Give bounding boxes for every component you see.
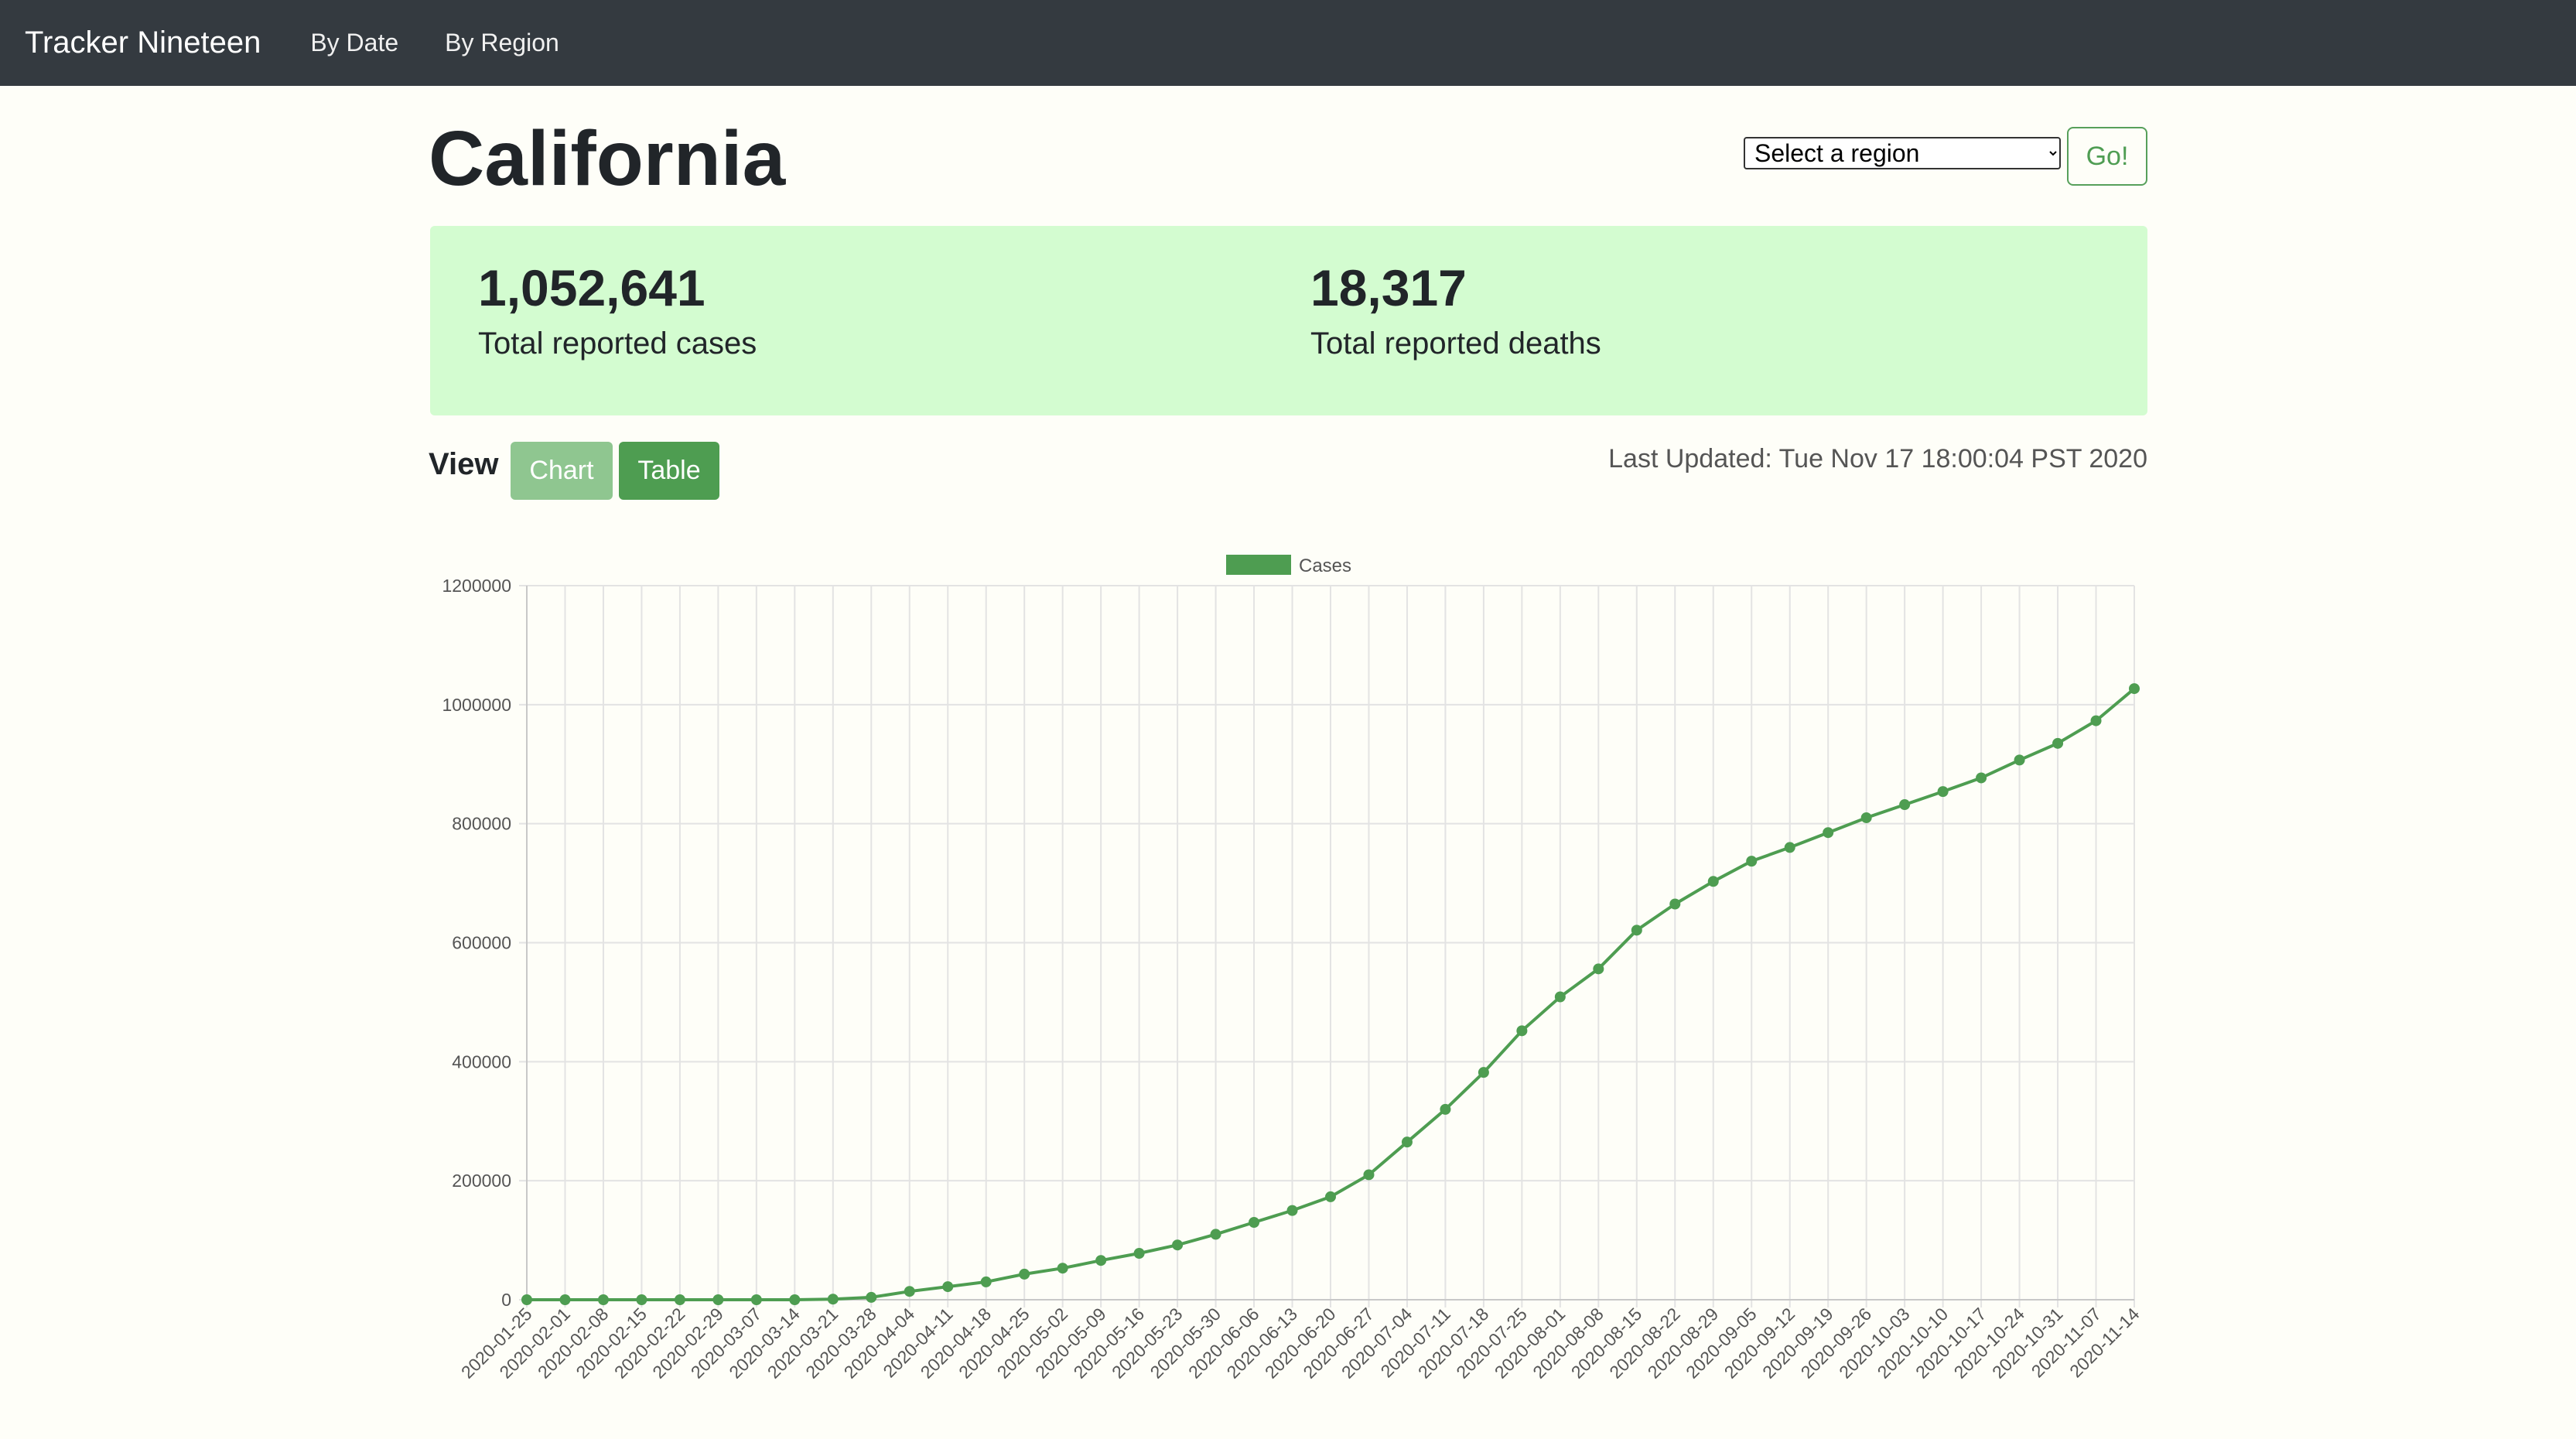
data-point — [1899, 799, 1911, 811]
y-tick-label: 1200000 — [442, 576, 511, 596]
data-point — [2014, 754, 2025, 766]
nav-link-by-date[interactable]: By Date — [310, 29, 398, 57]
legend-label-cases: Cases — [1299, 555, 1351, 576]
data-point — [559, 1294, 571, 1305]
page-title: California — [429, 115, 786, 202]
data-point — [866, 1291, 877, 1303]
x-axis-ticks: 2020-01-252020-02-012020-02-082020-02-15… — [457, 1304, 2144, 1383]
data-point — [1937, 786, 1949, 798]
view-label: View — [429, 447, 499, 481]
data-point — [636, 1294, 647, 1305]
data-point — [1019, 1268, 1030, 1280]
data-point — [942, 1281, 954, 1293]
y-tick-label: 200000 — [452, 1171, 511, 1191]
data-point — [827, 1294, 839, 1305]
go-button[interactable]: Go! — [2067, 127, 2147, 186]
y-tick-label: 1000000 — [442, 695, 511, 715]
data-point — [2090, 715, 2102, 726]
y-tick-label: 800000 — [452, 814, 511, 834]
data-point — [712, 1294, 724, 1305]
total-deaths-value: 18,317 — [1310, 259, 1467, 316]
data-point — [1593, 963, 1604, 975]
stats-panel: 1,052,641 Total reported cases 18,317 To… — [430, 226, 2147, 415]
y-tick-label: 0 — [501, 1290, 511, 1310]
legend-swatch-cases — [1226, 555, 1291, 575]
data-point — [1172, 1239, 1184, 1251]
data-point — [2052, 737, 2064, 749]
data-point — [1976, 772, 1987, 784]
chart-legend: Cases — [1226, 555, 1351, 576]
data-point — [1057, 1263, 1068, 1274]
data-point — [750, 1294, 762, 1305]
data-point — [1095, 1255, 1107, 1266]
deaths-stat: 18,317 Total reported deaths — [1310, 257, 1601, 367]
data-point — [1631, 925, 1642, 936]
data-point — [1286, 1205, 1298, 1216]
y-tick-label: 400000 — [452, 1051, 511, 1072]
data-point — [1823, 827, 1834, 839]
table-view-button[interactable]: Table — [619, 442, 719, 500]
data-point — [1210, 1229, 1221, 1240]
data-point — [1784, 842, 1795, 853]
chart-view-button[interactable]: Chart — [511, 442, 613, 500]
cases-chart: Cases 2020-01-252020-02-012020-02-082020… — [442, 555, 2144, 1383]
data-point — [1325, 1191, 1336, 1202]
nav-link-by-region[interactable]: By Region — [445, 29, 559, 57]
brand-link[interactable]: Tracker Nineteen — [25, 26, 261, 60]
data-point — [1707, 876, 1719, 887]
total-cases-value: 1,052,641 — [478, 259, 705, 316]
total-deaths-label: Total reported deaths — [1310, 326, 1601, 361]
data-point — [1746, 856, 1758, 867]
data-point — [1440, 1103, 1451, 1115]
data-point — [904, 1286, 915, 1297]
data-point — [521, 1294, 532, 1305]
navbar: Tracker Nineteen By Date By Region — [0, 0, 2576, 86]
data-point — [1860, 812, 1872, 823]
data-point — [1516, 1025, 1528, 1037]
data-point — [980, 1276, 992, 1287]
region-select[interactable]: Select a region — [1744, 137, 2061, 169]
data-point — [1478, 1067, 1489, 1078]
data-point — [1133, 1248, 1145, 1260]
data-point — [789, 1294, 801, 1305]
last-updated: Last Updated: Tue Nov 17 18:00:04 PST 20… — [1608, 444, 2147, 473]
data-point — [1669, 898, 1681, 910]
data-point — [2129, 683, 2140, 695]
y-tick-label: 600000 — [452, 933, 511, 953]
data-point — [597, 1294, 609, 1305]
data-point — [1401, 1137, 1413, 1148]
cases-stat: 1,052,641 Total reported cases — [478, 257, 757, 367]
data-point — [1554, 991, 1566, 1003]
data-point — [674, 1294, 685, 1305]
data-point — [1363, 1169, 1375, 1181]
total-cases-label: Total reported cases — [478, 326, 757, 361]
y-axis-ticks: 0 200000 400000 600000 800000 1000000 1200000 — [442, 576, 511, 1310]
data-point — [1249, 1217, 1260, 1229]
